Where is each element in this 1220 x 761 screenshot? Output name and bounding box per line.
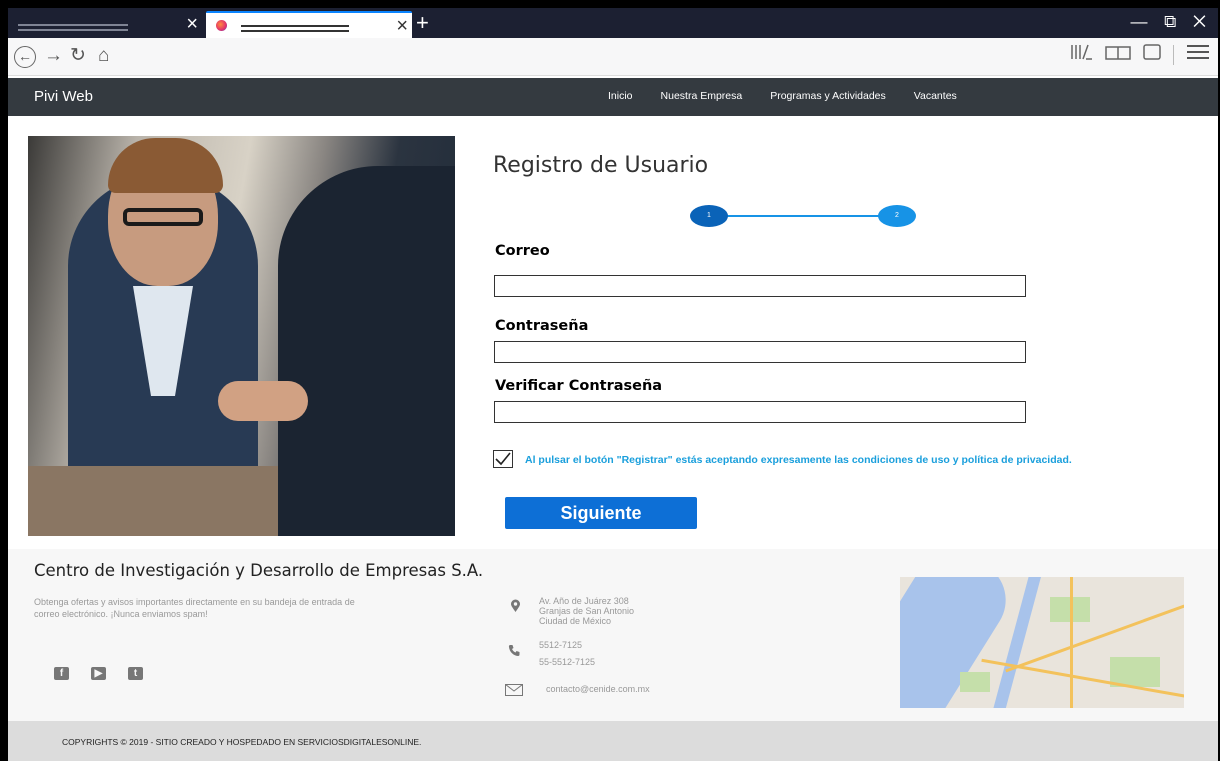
photo-person-right — [278, 166, 455, 536]
window-controls[interactable]: — ⧉ ✕ — [1130, 12, 1212, 32]
footer-phones: 5512-7125 55-5512-7125 — [539, 637, 595, 671]
browser-tab-inactive[interactable]: × — [12, 11, 202, 38]
location-pin-icon — [510, 599, 521, 617]
photo-glasses — [123, 208, 203, 226]
map-park — [960, 672, 990, 692]
photo-handshake — [218, 381, 308, 421]
address-line: Av. Año de Juárez 308 — [539, 596, 629, 606]
footer-email[interactable]: contacto@cenide.com.mx — [546, 684, 650, 694]
step-1-indicator: 1 — [690, 205, 728, 227]
map-road — [1070, 577, 1073, 708]
menu-item-vacantes[interactable]: Vacantes — [914, 90, 957, 102]
site-brand[interactable]: Pivi Web — [34, 88, 93, 105]
browser-tab-active[interactable]: × — [206, 11, 412, 38]
footer-title: Centro de Investigación y Desarrollo de … — [34, 561, 484, 580]
page-title: Registro de Usuario — [493, 153, 709, 178]
menu-item-nuestra-empresa[interactable]: Nuestra Empresa — [661, 90, 743, 102]
handshake-photo — [28, 136, 455, 536]
email-field[interactable] — [494, 275, 1026, 297]
toolbar-right-icons — [1071, 44, 1210, 65]
footer-newsletter-text: Obtenga ofertas y avisos importantes dir… — [34, 597, 355, 619]
footer: Centro de Investigación y Desarrollo de … — [8, 549, 1218, 721]
photo-hair — [108, 138, 223, 193]
reload-icon[interactable]: ↻ — [70, 46, 86, 66]
tab-title-placeholder — [18, 23, 128, 26]
footer-address: Av. Año de Juárez 308 Granjas de San Ant… — [539, 596, 634, 626]
next-button[interactable]: Siguiente — [505, 497, 697, 529]
home-icon[interactable]: ⌂ — [98, 46, 109, 66]
checkmark-icon — [495, 452, 511, 466]
password-label: Contraseña — [495, 318, 589, 334]
reader-view-icon[interactable] — [1105, 44, 1131, 65]
back-icon[interactable]: ← — [14, 46, 36, 68]
facebook-icon[interactable]: f — [54, 667, 69, 680]
phone-number[interactable]: 5512-7125 — [539, 637, 595, 654]
location-map[interactable] — [900, 577, 1184, 708]
sidebar-icon[interactable] — [1143, 44, 1161, 65]
toolbar-separator — [1173, 44, 1174, 65]
library-icon[interactable] — [1071, 44, 1093, 65]
site-navbar: Pivi Web Inicio Nuestra Empresa Programa… — [8, 78, 1218, 116]
social-links: f ▶ t — [54, 667, 143, 680]
close-tab-icon[interactable]: × — [186, 13, 198, 35]
close-tab-icon[interactable]: × — [396, 15, 408, 37]
address-line: Ciudad de México — [539, 616, 612, 626]
twitter-icon[interactable]: t — [128, 667, 143, 680]
verify-password-field[interactable] — [494, 401, 1026, 423]
envelope-icon — [505, 683, 523, 700]
step-2-indicator: 2 — [878, 205, 916, 227]
browser-toolbar: ← → ↻ ⌂ — [8, 38, 1218, 76]
browser-window: × × + — ⧉ ✕ ← → ↻ ⌂ Pivi Web Inicio Nues… — [8, 8, 1218, 761]
stepper-line — [708, 215, 898, 217]
menu-item-inicio[interactable]: Inicio — [608, 90, 633, 102]
tab-title-placeholder — [241, 24, 349, 27]
verify-password-label: Verificar Contraseña — [495, 378, 663, 394]
copyright-text: COPYRIGHTS © 2019 - SITIO CREADO Y HOSPE… — [62, 737, 422, 747]
terms-checkbox[interactable] — [493, 450, 513, 468]
favicon-icon — [216, 20, 227, 31]
password-field[interactable] — [494, 341, 1026, 363]
hamburger-menu-icon[interactable] — [1186, 44, 1210, 65]
tab-bar: × × + — ⧉ ✕ — [8, 8, 1218, 38]
youtube-icon[interactable]: ▶ — [91, 667, 106, 680]
new-tab-button[interactable]: + — [416, 10, 429, 36]
terms-text[interactable]: Al pulsar el botón "Registrar" estás ace… — [525, 454, 1072, 466]
site-menu: Inicio Nuestra Empresa Programas y Activ… — [608, 90, 985, 102]
email-label: Correo — [495, 243, 550, 259]
phone-icon — [508, 644, 521, 661]
copyright-bar: COPYRIGHTS © 2019 - SITIO CREADO Y HOSPE… — [8, 721, 1218, 761]
forward-icon[interactable]: → — [44, 46, 63, 66]
phone-number[interactable]: 55-5512-7125 — [539, 654, 595, 671]
address-line: Granjas de San Antonio — [539, 606, 635, 616]
menu-item-programas[interactable]: Programas y Actividades — [770, 90, 886, 102]
